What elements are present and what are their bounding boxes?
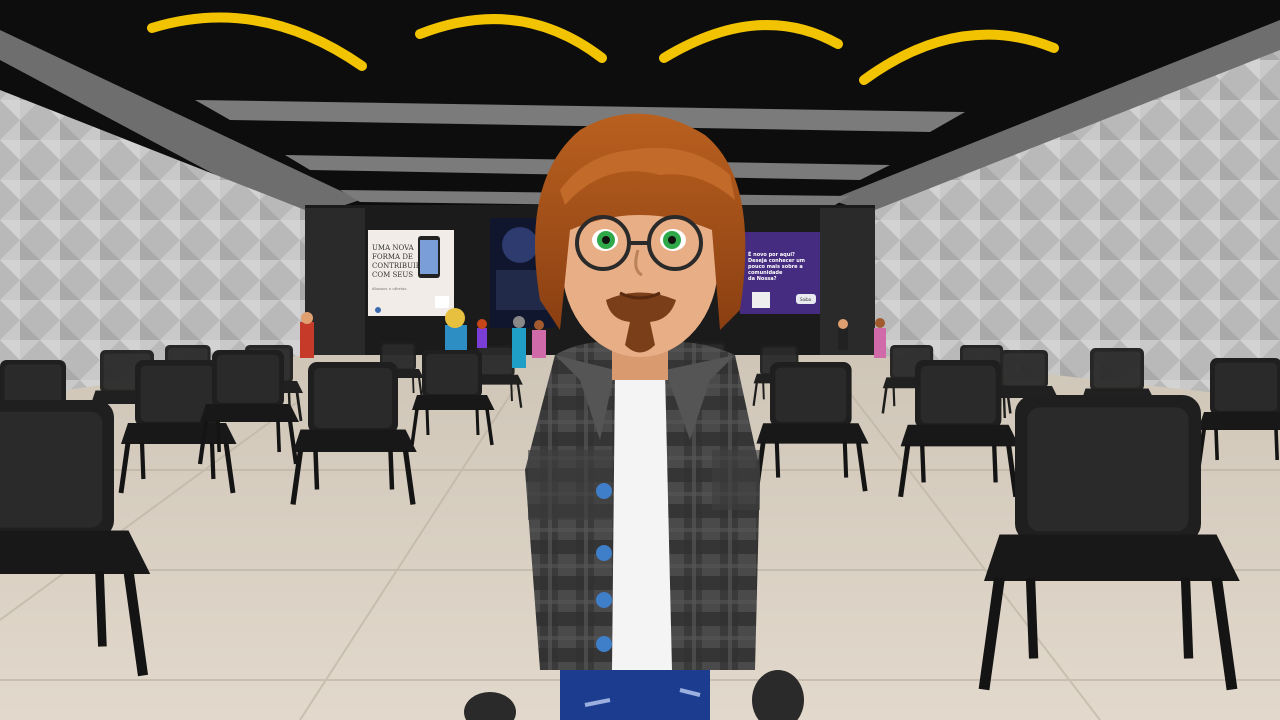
right-screen: É novo por aqui? Deseja conhecer um pouc… (740, 232, 820, 314)
left-screen-line-1: UMA NOVA (372, 244, 415, 252)
avatar (838, 319, 848, 350)
left-screen-line-4: COM SEUS (372, 271, 413, 279)
avatar (532, 320, 546, 358)
phone-icon (418, 236, 440, 278)
avatar (874, 318, 886, 358)
right-screen-line-1: É novo por aqui? (748, 250, 795, 258)
left-screen-line-3: CONTRIBUIR (372, 262, 422, 270)
avatar (512, 316, 526, 368)
avatar (477, 319, 487, 348)
avatar (445, 308, 467, 355)
right-screen-button-label: Saiba (800, 297, 812, 302)
left-screen-subline: dízimos e ofertas (372, 286, 407, 291)
right-screen-line-5: da Nossa? (748, 276, 777, 282)
qr-code-icon (752, 292, 770, 308)
left-screen: UMA NOVA FORMA DE CONTRIBUIR COM SEUS dí… (368, 230, 454, 316)
avatar (300, 312, 314, 358)
left-screen-line-2: FORMA DE (372, 253, 413, 261)
avatar-shirt (612, 370, 672, 670)
avatar-pocket (712, 450, 760, 510)
player-avatar[interactable] (525, 113, 760, 720)
qr-code-icon (435, 296, 449, 308)
virtual-event-hall[interactable]: UMA NOVA FORMA DE CONTRIBUIR COM SEUS dí… (0, 0, 1280, 720)
